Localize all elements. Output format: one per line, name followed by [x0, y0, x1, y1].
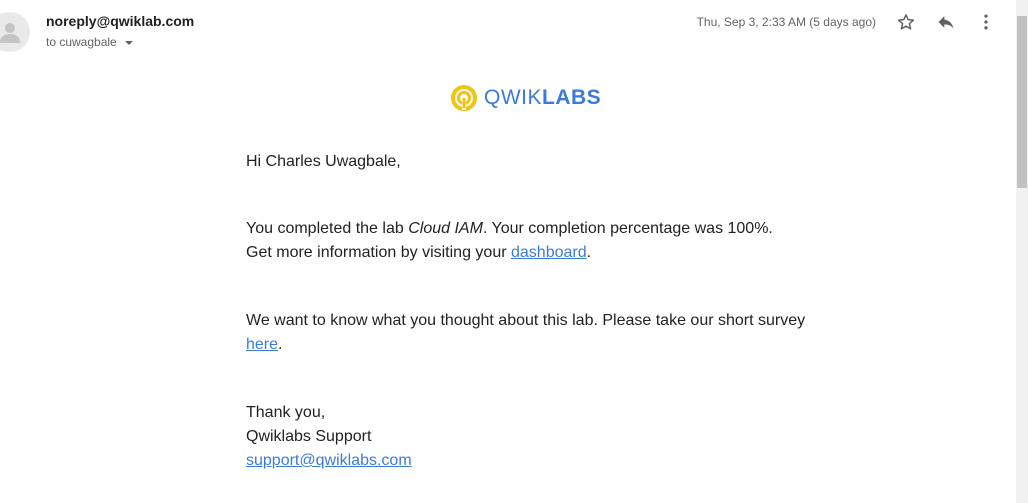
- info-text-suffix: .: [586, 244, 592, 261]
- more-vert-icon: [984, 14, 988, 30]
- info-text: Get more information by visiting your: [246, 244, 511, 261]
- sender-avatar[interactable]: [0, 12, 30, 52]
- closing-thank-you: Thank you,: [246, 404, 326, 421]
- scrollbar[interactable]: [1016, 0, 1028, 503]
- completion-text-prefix: You completed the lab: [246, 220, 409, 237]
- more-options-button[interactable]: [974, 10, 998, 34]
- scrollbar-thumb[interactable]: [1017, 16, 1027, 188]
- person-icon: [0, 23, 20, 43]
- reply-icon: [938, 16, 954, 29]
- logo-text-qwik: QWIK: [484, 86, 542, 109]
- email-view: noreply@qwiklab.com to cuwagbale Thu, Se…: [0, 0, 1028, 503]
- survey-link[interactable]: here: [246, 336, 278, 353]
- survey-text-suffix: .: [278, 336, 283, 353]
- star-button[interactable]: [894, 10, 918, 34]
- star-icon: [897, 14, 915, 30]
- qwiklabs-ring-icon: [451, 85, 477, 111]
- completion-paragraph: You completed the lab Cloud IAM. Your co…: [246, 217, 806, 265]
- dashboard-link[interactable]: dashboard: [511, 244, 587, 261]
- lab-name: Cloud IAM: [408, 220, 483, 237]
- reply-button[interactable]: [934, 10, 958, 34]
- logo-wordmark: QWIKLABS: [484, 86, 601, 110]
- qwiklabs-logo: QWIKLABS: [450, 84, 601, 112]
- chevron-down-icon[interactable]: [124, 40, 133, 45]
- recipient-line[interactable]: to cuwagbale: [46, 35, 133, 49]
- recipient-label: to cuwagbale: [46, 35, 117, 49]
- email-body: Hi Charles Uwagbale, You completed the l…: [246, 150, 806, 473]
- support-email-link[interactable]: support@qwiklabs.com: [246, 452, 412, 469]
- logo-text-labs: LABS: [542, 86, 602, 109]
- closing-signature: Qwiklabs Support: [246, 428, 372, 445]
- completion-text-suffix: . Your completion percentage was 100%.: [482, 220, 773, 237]
- greeting: Hi Charles Uwagbale,: [246, 153, 401, 170]
- support-email-line: support@qwiklabs.com: [246, 449, 806, 473]
- email-date: Thu, Sep 3, 2:33 AM (5 days ago): [696, 15, 876, 29]
- sender-email: noreply@qwiklab.com: [46, 13, 195, 29]
- survey-paragraph: We want to know what you thought about t…: [246, 309, 806, 357]
- survey-text: We want to know what you thought about t…: [246, 312, 806, 329]
